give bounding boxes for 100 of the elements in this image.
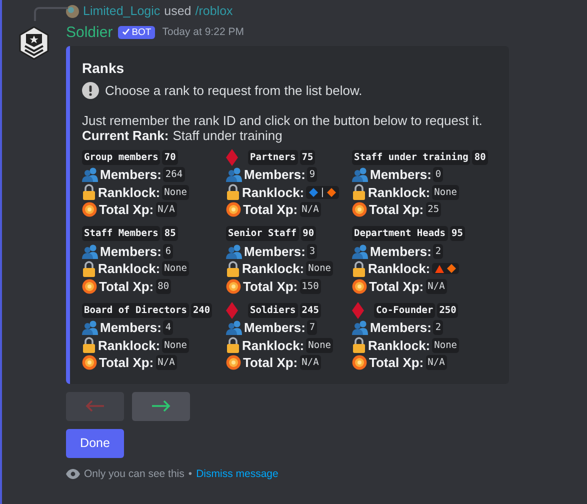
medal-icon: [82, 278, 97, 294]
reply-connector: [34, 7, 68, 21]
field-label: Ranklock:: [368, 184, 430, 200]
people-icon: [226, 244, 242, 259]
field-label: Ranklock:: [368, 261, 430, 276]
people-icon: [352, 244, 368, 259]
timestamp: Today at 9:22 PM: [162, 26, 244, 38]
rank-badge-avatar: [18, 26, 50, 60]
rank-id: 245: [300, 302, 321, 318]
separator-text: |: [321, 186, 324, 198]
field-label: Ranklock:: [98, 261, 160, 276]
people-icon: [352, 320, 368, 336]
field-value: None: [162, 338, 190, 353]
rank-id: 250: [437, 302, 458, 318]
right-arrow-icon: [151, 400, 171, 412]
medal-icon: [226, 202, 241, 218]
field-label: Total Xp:: [243, 278, 298, 294]
field-value: 4: [163, 320, 174, 336]
field-value: None: [432, 338, 460, 353]
description-text: Just remember the rank ID and click on the button below to request it.: [82, 113, 484, 128]
medal-icon: [352, 278, 367, 294]
exclamation-icon: [82, 82, 99, 99]
field-value: 80: [156, 278, 172, 294]
ephemeral-note: Only you can see this: [84, 468, 184, 480]
field-label: Members:: [370, 244, 432, 259]
padlock-icon: [352, 260, 366, 277]
rank-id: 75: [300, 150, 316, 164]
checkmark-icon: [122, 28, 130, 36]
field-label: Ranklock:: [368, 338, 430, 353]
rank-id: 90: [300, 226, 316, 241]
field-label: Members:: [370, 320, 432, 336]
field-value: None: [306, 338, 334, 353]
field-label: Members:: [244, 244, 306, 259]
dismiss-link[interactable]: Dismiss message: [196, 468, 278, 480]
rank-id: 85: [162, 226, 178, 241]
left-arrow-icon: [85, 400, 105, 412]
rank-name: Staff Members: [82, 226, 160, 241]
field-value: 7: [307, 320, 318, 336]
next-button[interactable]: [132, 392, 190, 420]
field-label: Ranklock:: [242, 184, 304, 200]
field-value: None: [162, 184, 190, 200]
field-label: Members:: [370, 167, 432, 182]
field-label: Total Xp:: [99, 355, 154, 370]
field-value: 25: [426, 202, 442, 218]
medal-icon: [226, 355, 241, 370]
separator-dot: •: [188, 468, 192, 480]
medal-icon: [82, 355, 97, 370]
rank-name: Staff under training: [352, 150, 470, 164]
field-label: Total Xp:: [369, 202, 424, 218]
field-value: 2: [433, 244, 444, 259]
padlock-icon: [352, 184, 366, 200]
field-label: Total Xp:: [99, 202, 154, 218]
rank-name: Partners: [248, 150, 298, 164]
people-icon: [82, 320, 98, 336]
rank-name: Department Heads: [352, 226, 448, 241]
field-value: 9: [307, 167, 318, 182]
people-icon: [226, 320, 242, 336]
medal-icon: [82, 202, 97, 218]
medal-icon: [226, 278, 241, 294]
rank-id: 80: [472, 150, 488, 164]
command-name[interactable]: /roblox: [195, 4, 233, 18]
field-value: N/A: [156, 202, 177, 218]
field-label: Members:: [100, 244, 162, 259]
medal-icon: [352, 355, 367, 370]
field-value: 6: [163, 244, 174, 259]
done-button[interactable]: Done: [66, 428, 124, 458]
field-value: None: [432, 184, 460, 200]
padlock-icon: [82, 337, 96, 354]
field-label: Members:: [100, 320, 162, 336]
avatar-icon: [66, 4, 79, 18]
field-label: Total Xp:: [243, 202, 298, 218]
reply-username[interactable]: Limited_Logic: [83, 4, 160, 18]
rank-name: Co-Founder: [374, 302, 436, 318]
padlock-icon: [82, 184, 96, 200]
people-icon: [82, 244, 98, 259]
field-label: Members:: [244, 167, 306, 182]
padlock-icon: [226, 337, 240, 354]
rank-name: Board of Directors: [82, 302, 189, 318]
field-value: 2: [433, 320, 444, 336]
people-icon: [226, 167, 242, 182]
field-label: Ranklock:: [98, 338, 160, 353]
embed-title: Ranks: [82, 60, 126, 76]
field-value: 0: [433, 167, 444, 182]
author-name[interactable]: Soldier: [66, 24, 113, 40]
notice-text: Choose a rank to request from the list below.: [105, 83, 362, 98]
padlock-icon: [226, 184, 240, 200]
field-label: Total Xp:: [99, 278, 154, 294]
field-value: N/A: [426, 278, 447, 294]
rank-name: Soldiers: [248, 302, 298, 318]
reply-verb: used: [164, 4, 192, 18]
field-label: Total Xp:: [369, 278, 424, 294]
field-label: Total Xp:: [369, 355, 424, 370]
field-label: Ranklock:: [242, 261, 304, 276]
field-label: Ranklock:: [98, 184, 160, 200]
padlock-icon: [82, 260, 96, 277]
rank-id: 95: [450, 226, 465, 241]
rank-name: Group members: [82, 150, 160, 164]
field-value: 150: [300, 278, 321, 294]
field-value: N/A: [300, 202, 321, 218]
field-label: Members:: [244, 320, 306, 336]
